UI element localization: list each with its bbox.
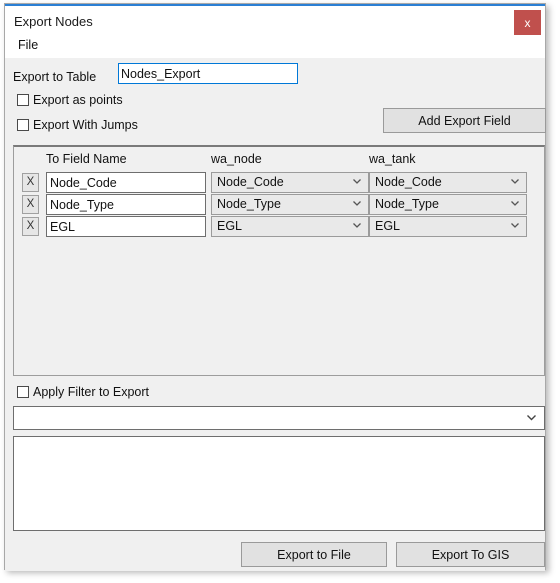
checkbox-apply-filter-to-export[interactable]: Apply Filter to Export [17,385,149,399]
export-nodes-dialog: Export Nodes x File Export to Table Expo… [4,3,546,571]
column-header-wa-tank: wa_tank [369,152,416,166]
wa-node-select[interactable]: Node_Code [211,172,369,193]
checkbox-export-as-points[interactable]: Export as points [17,93,123,107]
wa-tank-select[interactable]: Node_Type [369,194,527,215]
field-row: X Node_Type Node_Type [14,194,544,216]
chevron-down-icon [511,201,519,206]
export-to-table-input[interactable] [118,63,298,84]
chevron-down-icon [353,179,361,184]
wa-tank-select-value: Node_Type [375,197,439,211]
remove-field-button[interactable]: X [22,217,39,236]
remove-field-button[interactable]: X [22,173,39,192]
field-row: X EGL EGL [14,216,544,238]
column-header-wa-node: wa_node [211,152,262,166]
wa-tank-select[interactable]: Node_Code [369,172,527,193]
close-icon[interactable]: x [514,10,541,35]
wa-tank-select-value: EGL [375,219,401,233]
export-fields-panel: To Field Name wa_node wa_tank X Node_Cod… [13,145,545,376]
window-title: Export Nodes [14,14,93,29]
chevron-down-icon [353,223,361,228]
wa-node-select-value: Node_Type [217,197,281,211]
export-to-file-button[interactable]: Export to File [241,542,387,567]
checkbox-label: Export With Jumps [33,118,138,132]
wa-tank-select-value: Node_Code [375,175,442,189]
to-field-name-input[interactable] [46,194,206,215]
chevron-down-icon [511,179,519,184]
checkbox-box [17,386,29,398]
wa-node-select[interactable]: EGL [211,216,369,237]
checkbox-label: Export as points [33,93,123,107]
wa-tank-select[interactable]: EGL [369,216,527,237]
chevron-down-icon [353,201,361,206]
remove-field-button[interactable]: X [22,195,39,214]
wa-node-select-value: Node_Code [217,175,284,189]
field-row: X Node_Code Node_Code [14,172,544,194]
filter-select[interactable] [13,406,545,430]
checkbox-box [17,94,29,106]
wa-node-select-value: EGL [217,219,243,233]
to-field-name-input[interactable] [46,216,206,237]
checkbox-label: Apply Filter to Export [33,385,150,399]
chevron-down-icon [527,415,536,421]
menu-item-file[interactable]: File [14,37,42,53]
checkbox-export-with-jumps[interactable]: Export With Jumps [17,118,138,132]
to-field-name-input[interactable] [46,172,206,193]
export-to-gis-button[interactable]: Export To GIS [396,542,545,567]
menu-bar: File [5,35,545,56]
chevron-down-icon [511,223,519,228]
column-header-to-field-name: To Field Name [46,152,127,166]
add-export-field-button[interactable]: Add Export Field [383,108,546,133]
dialog-body: Export to Table Export as points Export … [5,58,546,571]
export-to-table-label: Export to Table [13,70,97,84]
filter-expression-textarea[interactable] [13,436,545,531]
wa-node-select[interactable]: Node_Type [211,194,369,215]
checkbox-box [17,119,29,131]
